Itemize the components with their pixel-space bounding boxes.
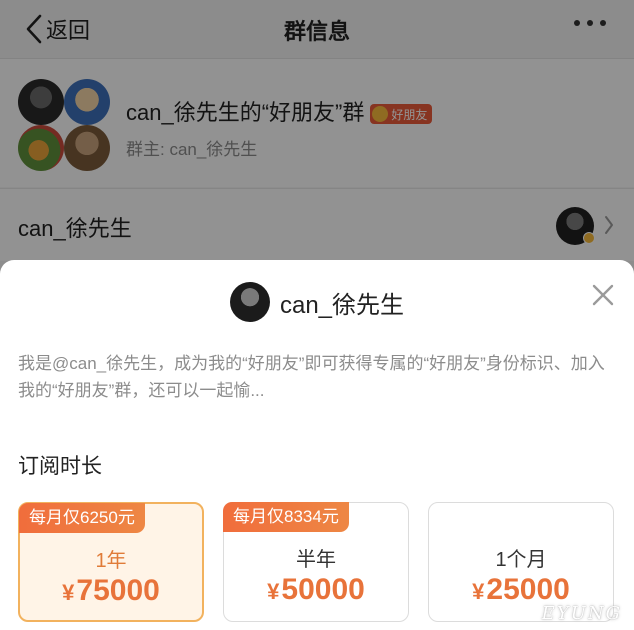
watermark-logo: EYUNG — [541, 603, 622, 624]
close-icon[interactable] — [590, 282, 616, 308]
price-value: 50000 — [281, 573, 365, 606]
price-value: 75000 — [76, 574, 160, 607]
subscription-duration-title: 订阅时长 — [18, 455, 102, 478]
plan-tag: 每月仅6250元 — [19, 503, 145, 533]
currency-symbol: ¥ — [472, 579, 485, 604]
creator-avatar — [229, 282, 270, 322]
creator-description: 我是@can_徐先生，成为我的“好朋友”即可获得专属的“好朋友”身份标识、加入我… — [18, 354, 605, 400]
currency-symbol: ¥ — [267, 579, 280, 604]
plan-price: ¥50000 — [224, 573, 408, 607]
creator-name: can_徐先生 — [279, 291, 405, 319]
plan-duration: 半年 — [296, 549, 336, 571]
plan-duration: 1年 — [95, 550, 127, 572]
plan-price: ¥25000 — [429, 573, 613, 607]
plan-price: ¥75000 — [20, 574, 202, 608]
plan-options: 每月仅6250元 1年 ¥75000 每月仅8334元 半年 ¥50000 1个… — [18, 502, 618, 622]
plan-option-1-year[interactable]: 每月仅6250元 1年 ¥75000 — [18, 502, 204, 622]
plan-option-half-year[interactable]: 每月仅8334元 半年 ¥50000 — [223, 502, 409, 622]
price-value: 25000 — [486, 573, 570, 606]
plan-duration: 1个月 — [495, 549, 547, 571]
currency-symbol: ¥ — [62, 580, 75, 605]
plan-tag: 每月仅8334元 — [223, 502, 349, 532]
subscription-sheet: can_徐先生 我是@can_徐先生，成为我的“好朋友”即可获得专属的“好朋友”… — [0, 260, 634, 630]
sheet-header: can_徐先生 — [0, 280, 634, 324]
